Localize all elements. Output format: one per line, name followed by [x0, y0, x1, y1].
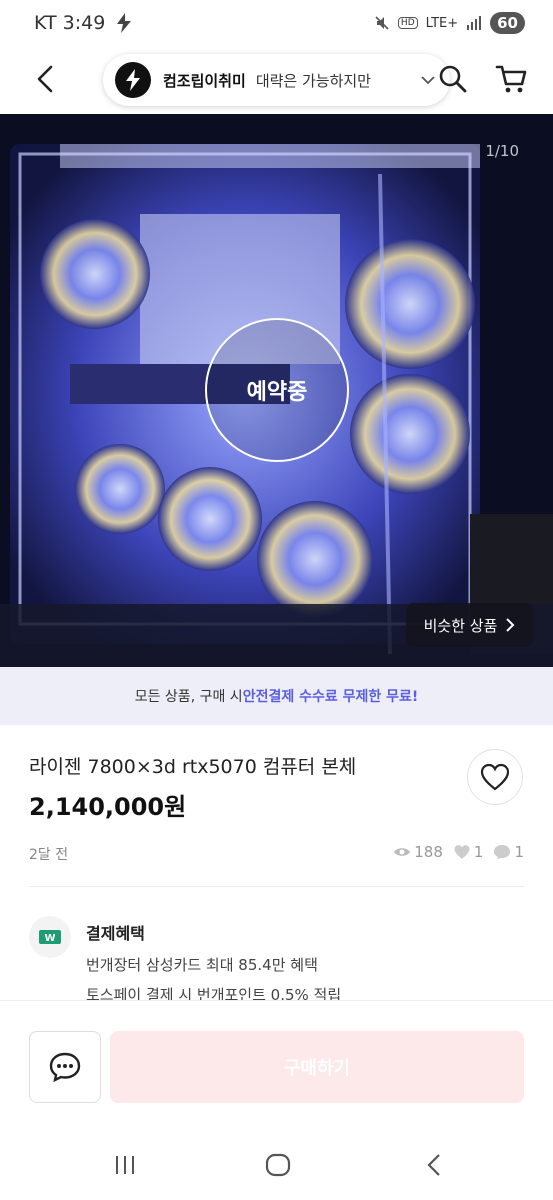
chat-stat: 1 [493, 843, 524, 861]
recent-apps-icon [116, 1156, 134, 1174]
benefit-title: 결제혜택 [86, 924, 145, 943]
like-button[interactable] [467, 749, 523, 805]
cart-icon [495, 65, 527, 93]
chat-count: 1 [514, 843, 524, 861]
heart-filled-icon [454, 845, 470, 859]
bottom-action-bar: 구매하기 [0, 1000, 553, 1130]
chat-button[interactable] [29, 1031, 101, 1103]
chat-filled-icon [494, 845, 511, 859]
product-stats: 188 1 1 [387, 843, 524, 861]
reserved-status-overlay: 예약중 [205, 318, 349, 462]
search-icon [439, 65, 467, 93]
hd-badge: HD [397, 17, 418, 29]
system-nav-bar [0, 1130, 553, 1200]
promo-prefix: 모든 상품, 구매 시 [134, 689, 243, 705]
chevron-down-icon [421, 76, 435, 85]
signal-icon [467, 16, 482, 30]
recent-apps-button[interactable] [110, 1150, 140, 1180]
back-arrow-icon [37, 65, 53, 93]
promo-banner[interactable]: 모든 상품, 구매 시 안전결제 수수료 무제한 무료! [0, 667, 553, 725]
svg-text:W: W [44, 933, 55, 944]
chat-bubble-icon [49, 1052, 81, 1082]
buy-button[interactable]: 구매하기 [110, 1031, 524, 1103]
network-label: LTE+ [425, 15, 459, 31]
store-selector[interactable]: 컴조립이취미 대략은 가능하지만 [103, 54, 450, 106]
image-counter: 1/10 [485, 142, 519, 160]
lightning-icon [126, 69, 140, 91]
store-logo [115, 62, 151, 98]
like-stat: 1 [453, 843, 484, 861]
view-stat: 188 [393, 843, 443, 861]
back-button[interactable] [28, 60, 62, 98]
product-image-gallery[interactable]: 1/10 예약중 비슷한 상품 [0, 114, 553, 667]
benefit-card-offer: 번개장터 삼성카드 최대 85.4만 혜택 [86, 956, 318, 974]
wallet-icon: W [39, 930, 61, 944]
benefit-icon: W [29, 916, 71, 958]
store-tagline: 대략은 가능하지만 [255, 71, 371, 90]
similar-products-label: 비슷한 상품 [423, 616, 498, 635]
system-back-button[interactable] [419, 1150, 449, 1180]
heart-icon [480, 763, 510, 791]
similar-products-button[interactable]: 비슷한 상품 [406, 603, 533, 647]
like-count: 1 [473, 843, 484, 861]
system-back-icon [427, 1154, 440, 1176]
carrier-time: KT 3:49 [34, 12, 106, 34]
product-title: 라이젠 7800×3d rtx5070 컴퓨터 본체 [29, 756, 357, 778]
store-name: 컴조립이취미 [163, 71, 246, 90]
app-header: 컴조립이취미 대략은 가능하지만 [0, 46, 553, 114]
chevron-right-icon [506, 618, 515, 632]
promo-highlight: 안전결제 수수료 무제한 무료! [242, 689, 419, 705]
cart-button[interactable] [494, 62, 528, 96]
home-icon [265, 1153, 291, 1177]
product-price: 2,140,000원 [29, 793, 187, 821]
battery-level: 60 [490, 12, 525, 34]
search-button[interactable] [438, 64, 468, 94]
mute-icon [375, 16, 389, 30]
view-count: 188 [414, 843, 443, 861]
posted-time: 2달 전 [29, 847, 69, 863]
home-button[interactable] [263, 1150, 293, 1180]
eye-icon [394, 848, 411, 856]
status-bar: KT 3:49 HD LTE+ 60 [0, 0, 553, 46]
section-divider [29, 886, 524, 887]
bolt-icon [117, 13, 132, 33]
